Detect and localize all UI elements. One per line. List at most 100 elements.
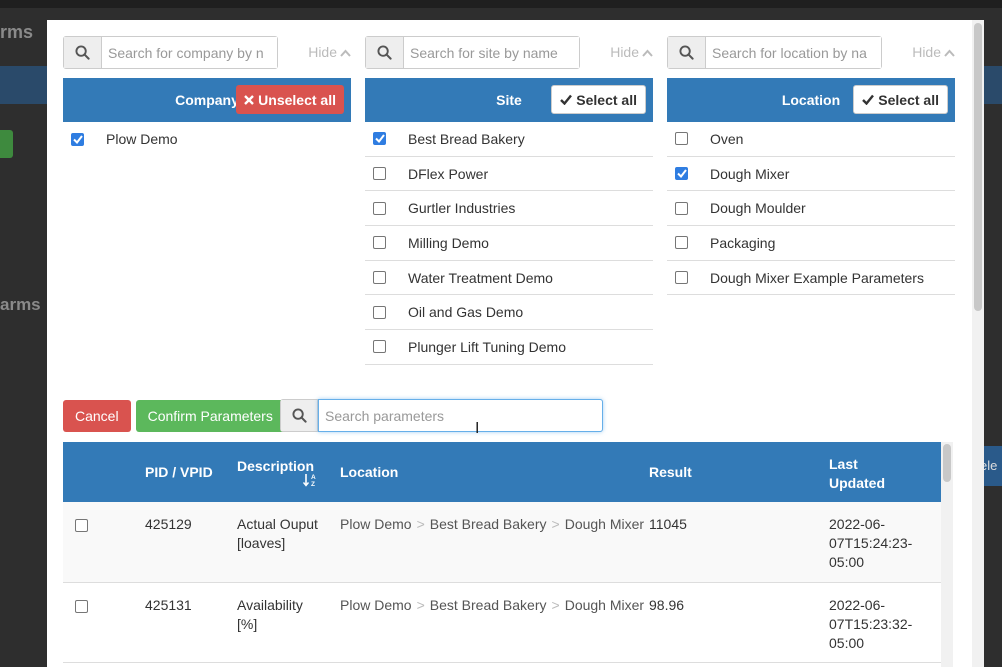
header-last-updated-line2: Updated: [829, 475, 885, 491]
site-search-input[interactable]: [404, 37, 579, 68]
confirm-parameters-button[interactable]: Confirm Parameters: [135, 400, 285, 432]
location-list-item[interactable]: Dough Mixer: [667, 157, 955, 192]
modal-scrollbar-thumb[interactable]: [974, 23, 982, 311]
background-green-button: [0, 130, 13, 158]
breadcrumb-separator: >: [551, 516, 560, 532]
site-checkbox[interactable]: [373, 340, 386, 354]
location-list-item[interactable]: Oven: [667, 122, 955, 157]
site-search-group: [365, 36, 580, 69]
location-search-group: [667, 36, 882, 69]
site-checkbox[interactable]: [373, 201, 386, 215]
company-list-item[interactable]: Plow Demo: [63, 122, 351, 157]
site-checkbox[interactable]: [373, 236, 386, 250]
header-last-updated[interactable]: Last Updated: [829, 455, 885, 493]
location-checkbox[interactable]: [675, 201, 688, 215]
background-topbar: [0, 0, 1002, 8]
location-list-item[interactable]: Dough Moulder: [667, 191, 955, 227]
site-item-label: Oil and Gas Demo: [408, 304, 524, 321]
row-description-line2: [%]: [237, 616, 258, 632]
site-checkbox[interactable]: [373, 167, 386, 181]
location-list-item[interactable]: Packaging: [667, 226, 955, 261]
row-pid: 425129: [145, 516, 192, 532]
search-icon: [668, 37, 706, 68]
header-location[interactable]: Location: [340, 464, 398, 480]
site-list-item[interactable]: Best Bread Bakery: [365, 122, 653, 157]
location-crumb: Plow Demo: [340, 597, 412, 613]
company-header-label: Company: [175, 92, 239, 108]
location-item-label: Dough Mixer: [710, 165, 790, 182]
row-description-line2: [loaves]: [237, 535, 286, 551]
table-scrollbar[interactable]: [941, 442, 953, 667]
site-checkbox[interactable]: [373, 305, 386, 319]
site-item-label: DFlex Power: [408, 165, 489, 182]
modal-scrollbar[interactable]: [972, 20, 984, 667]
breadcrumb-separator: >: [416, 597, 425, 613]
site-item-label: Milling Demo: [408, 234, 489, 251]
location-column-header: Location Select all: [667, 78, 955, 122]
modal-actions: Cancel Confirm Parameters: [63, 400, 285, 432]
location-crumb: Best Bread Bakery: [429, 597, 547, 613]
cancel-button[interactable]: Cancel: [63, 400, 131, 432]
site-item-label: Gurtler Industries: [408, 200, 516, 217]
location-search-input[interactable]: [706, 37, 881, 68]
location-checkbox[interactable]: [675, 132, 688, 146]
site-hide-toggle[interactable]: Hide: [610, 44, 653, 60]
site-checkbox[interactable]: [373, 132, 386, 146]
search-icon: [366, 37, 404, 68]
site-search-row: Hide: [365, 36, 653, 69]
site-list-item[interactable]: Gurtler Industries: [365, 191, 653, 227]
table-row[interactable]: 425129 Actual Ouput [loaves] Plow Demo > Best…: [63, 502, 941, 583]
location-checkbox[interactable]: [675, 271, 688, 285]
site-list-item[interactable]: DFlex Power: [365, 157, 653, 192]
row-checkbox[interactable]: [75, 600, 88, 613]
hide-label: Hide: [912, 44, 941, 60]
search-icon: [64, 37, 102, 68]
row-description-line1: Actual Ouput: [237, 516, 318, 532]
header-result[interactable]: Result: [649, 464, 692, 480]
row-last-updated: 2022-06- 07T15:24:23- 05:00: [829, 515, 912, 572]
breadcrumb-separator: >: [416, 516, 425, 532]
site-list-item[interactable]: Oil and Gas Demo: [365, 295, 653, 331]
company-unselect-all-button[interactable]: Unselect all: [236, 85, 344, 114]
parameter-search-input[interactable]: [318, 399, 603, 432]
company-checkbox[interactable]: [71, 132, 84, 146]
table-scrollbar-thumb[interactable]: [943, 444, 951, 482]
company-column: Hide Company Unselect all Plow Demo: [63, 36, 351, 157]
site-list-item[interactable]: Water Treatment Demo: [365, 261, 653, 296]
chevron-up-icon: [340, 44, 351, 60]
site-header-label: Site: [496, 92, 522, 108]
sort-alpha-icon[interactable]: AZ: [302, 472, 319, 491]
table-row[interactable]: 425131 Availability [%] Plow Demo > Best Brea…: [63, 583, 941, 663]
site-list-item[interactable]: Plunger Lift Tuning Demo: [365, 330, 653, 365]
row-updated-line1: 2022-06-: [829, 516, 886, 532]
company-search-input[interactable]: [102, 37, 277, 68]
location-item-label: Packaging: [710, 234, 776, 251]
site-list-item[interactable]: Milling Demo: [365, 226, 653, 261]
background-title: rms: [0, 22, 34, 42]
header-last-updated-line1: Last: [829, 456, 858, 472]
background-section-title: arms: [0, 295, 41, 314]
location-checkbox[interactable]: [675, 236, 688, 250]
company-hide-toggle[interactable]: Hide: [308, 44, 351, 60]
site-item-label: Best Bread Bakery: [408, 130, 525, 147]
header-pid[interactable]: PID / VPID: [145, 464, 213, 480]
site-checkbox[interactable]: [373, 271, 386, 285]
parameters-table: PID / VPID Description AZ Location Resul…: [63, 442, 941, 663]
row-result: 98.96: [649, 597, 685, 613]
row-last-updated: 2022-06- 07T15:23:32- 05:00: [829, 596, 912, 653]
hide-label: Hide: [610, 44, 639, 60]
row-checkbox[interactable]: [75, 519, 88, 532]
action-label: Unselect all: [258, 91, 336, 108]
site-column-header: Site Select all: [365, 78, 653, 122]
check-icon: [560, 92, 573, 108]
row-updated-line2: 07T15:23:32-: [829, 616, 913, 632]
location-hide-toggle[interactable]: Hide: [912, 44, 955, 60]
location-select-all-button[interactable]: Select all: [853, 85, 948, 114]
location-item-label: Dough Moulder: [710, 200, 806, 217]
location-checkbox[interactable]: [675, 167, 688, 181]
company-search-group: [63, 36, 278, 69]
site-item-label: Water Treatment Demo: [408, 269, 553, 286]
row-location-breadcrumb: Plow Demo > Best Bread Bakery > Dough Mixer: [340, 515, 644, 534]
site-select-all-button[interactable]: Select all: [551, 85, 646, 114]
location-list-item[interactable]: Dough Mixer Example Parameters: [667, 261, 955, 296]
